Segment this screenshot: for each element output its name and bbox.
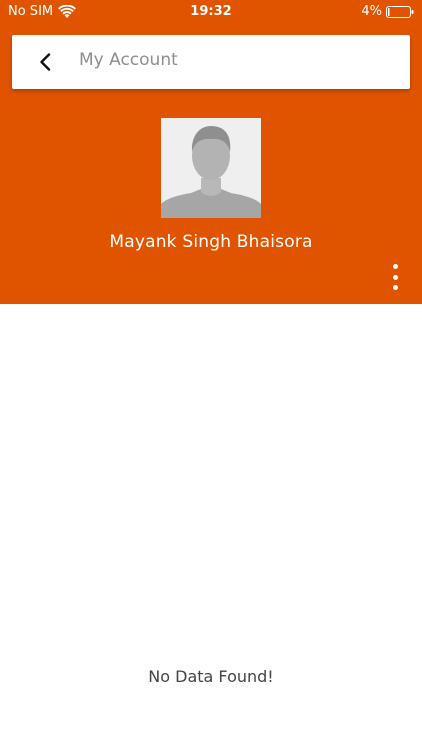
title-bar: My Account — [12, 35, 410, 89]
more-options-button[interactable] — [388, 264, 402, 290]
avatar[interactable] — [161, 118, 261, 218]
battery-percentage: 4% — [361, 4, 382, 19]
more-vertical-icon-dot — [392, 274, 398, 280]
clock: 19:32 — [190, 4, 232, 19]
page-title: My Account — [79, 50, 178, 70]
empty-state-message: No Data Found! — [148, 667, 274, 686]
back-button[interactable] — [30, 47, 60, 77]
status-bar: No SIM 19:32 4% — [0, 0, 422, 24]
person-placeholder-icon — [161, 118, 261, 218]
more-vertical-icon-dot — [392, 285, 398, 290]
user-name: Mayank Singh Bhaisora — [109, 232, 313, 252]
battery-icon — [386, 6, 414, 18]
chevron-left-icon — [40, 53, 51, 71]
more-vertical-icon-dot — [392, 264, 398, 269]
